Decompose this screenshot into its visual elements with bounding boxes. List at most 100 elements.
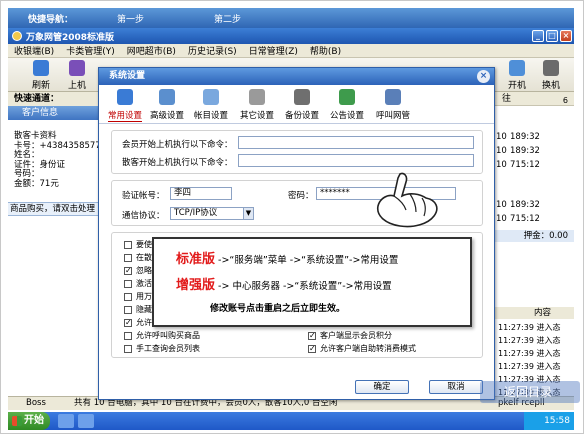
enhanced-edition-line: 增强版 -> 中心服务器 ->“系统设置”->常用设置 — [176, 274, 392, 293]
enhanced-edition-path: -> 中心服务器 ->“系统设置”->常用设置 — [218, 281, 392, 292]
system-settings-dialog: 系统设置 × 常用设置 高级设置 帐目设置 其它设置 备份设置 公告设置 呼叫网… — [98, 67, 495, 400]
info-line: 金额：71元 — [14, 178, 59, 189]
log-row[interactable]: 11:27:39 进入态 — [498, 322, 560, 333]
account-label: 验证帐号： — [122, 191, 165, 201]
command-group: 会员开始上机执行以下命令： 散客开始上机执行以下命令： — [111, 130, 483, 174]
tab-other[interactable]: 其它设置 — [237, 89, 277, 121]
system-tray-clock: 15:58 — [524, 412, 574, 430]
menu-help[interactable]: 帮助(B) — [310, 44, 341, 57]
menu-market[interactable]: 网吧超市(B) — [127, 44, 176, 57]
pointing-hand-icon — [376, 172, 438, 228]
account-input[interactable]: 李四 — [170, 187, 232, 200]
log-row[interactable]: 11:27:39 进入态 — [498, 361, 560, 372]
maximize-button[interactable]: □ — [546, 30, 558, 42]
left-panel: 快速通道： 客户信息 散客卡资料 卡号：+4384358577 姓名： 证件：身… — [8, 92, 102, 394]
boot-button[interactable]: 开机 — [502, 60, 532, 91]
swap-label: 换机 — [541, 81, 560, 91]
member-command-label: 会员开始上机执行以下命令： — [122, 140, 233, 150]
online-button[interactable]: 上机 — [62, 60, 92, 91]
tab-backup[interactable]: 备份设置 — [282, 89, 322, 121]
right-number: 6 — [562, 96, 568, 105]
option-checkbox[interactable] — [124, 306, 132, 314]
common-settings-icon — [117, 89, 133, 105]
online-label: 上机 — [67, 81, 86, 91]
swap-button[interactable]: 换机 — [536, 60, 566, 91]
protocol-select[interactable]: TCP/IP协议 ▼ — [170, 207, 254, 220]
option-checkbox[interactable]: ✓ — [308, 332, 316, 340]
enhanced-edition-label: 增强版 — [176, 278, 216, 293]
chevron-down-icon: ▼ — [243, 208, 253, 219]
log-row[interactable]: 11:27:39 进入态 — [498, 335, 560, 346]
guest-command-input[interactable] — [238, 154, 474, 167]
start-button[interactable]: 开始 — [8, 412, 50, 430]
goods-purchase-bar[interactable]: 商品购买，请双击处理 — [8, 202, 102, 216]
tab-advanced[interactable]: 高级设置 — [147, 89, 187, 121]
tip-text: 修改账号点击重启之后立即生效。 — [210, 304, 346, 314]
taskbar-app-icon[interactable] — [58, 414, 74, 428]
menu-cashier[interactable]: 收银端(B) — [14, 44, 54, 57]
protocol-label: 通信协议： — [122, 211, 165, 221]
boot-label: 开机 — [507, 81, 526, 91]
quick-channel-label: 快速通道： — [8, 92, 101, 106]
instruction-note: 标准版 ->“服务端”菜单 ->“系统设置”->常用设置 增强版 -> 中心服务… — [152, 237, 472, 327]
menu-bar: 收银端(B) 卡类管理(Y) 网吧超市(B) 历史记录(S) 日常管理(Z) 帮… — [8, 44, 574, 58]
option-label: 允许客户端自助转消费模式 — [320, 344, 416, 353]
swap-icon — [543, 60, 559, 76]
menu-history[interactable]: 历史记录(S) — [188, 44, 237, 57]
dialog-close-button[interactable]: × — [477, 70, 490, 83]
right-header: 往6 — [494, 92, 574, 106]
return-to-contents-watermark[interactable]: 返回目录 — [480, 381, 580, 403]
menu-daily[interactable]: 日常管理(Z) — [249, 44, 298, 57]
tab-call-admin[interactable]: 呼叫网管 — [373, 89, 413, 121]
option-label: 手工查询会员列表 — [136, 344, 200, 353]
log-row[interactable]: 11:27:39 进入态 — [498, 348, 560, 359]
option-checkbox[interactable] — [124, 241, 132, 249]
customer-info-header[interactable]: 客户信息 — [8, 106, 101, 120]
step-2-link[interactable]: 第二步 — [214, 12, 241, 25]
option-checkbox[interactable] — [124, 293, 132, 301]
tab-accounts[interactable]: 帐目设置 — [191, 89, 231, 121]
taskbar-app-icon[interactable] — [78, 414, 94, 428]
boot-icon — [509, 60, 525, 76]
option-label: 允许 — [136, 318, 152, 327]
app-icon — [12, 31, 22, 41]
standard-edition-label: 标准版 — [176, 252, 216, 267]
option-checkbox[interactable]: ✓ — [308, 345, 316, 353]
ok-button[interactable]: 确定 — [355, 380, 409, 394]
minimize-button[interactable]: _ — [532, 30, 544, 42]
tab-notice[interactable]: 公告设置 — [327, 89, 367, 121]
accounts-settings-icon — [203, 89, 219, 105]
option-checkbox[interactable] — [124, 254, 132, 262]
option-checkbox[interactable] — [124, 280, 132, 288]
option-checkbox[interactable]: ✓ — [124, 267, 132, 275]
menu-card[interactable]: 卡类管理(Y) — [66, 44, 115, 57]
option-label: 客户端显示会员积分 — [320, 331, 392, 340]
option-checkbox[interactable] — [124, 332, 132, 340]
option-label: 允许呼叫购买商品 — [136, 331, 200, 340]
refresh-icon — [33, 60, 49, 76]
app-title-bar: 万象网管2008标准版 _ □ × — [8, 28, 574, 44]
step-1-link[interactable]: 第一步 — [117, 12, 144, 25]
option-label: 忽略 — [136, 266, 152, 275]
quick-nav-label: 快捷导航： — [28, 14, 74, 25]
status-user: Boss — [26, 398, 46, 408]
tab-common[interactable]: 常用设置 — [105, 89, 145, 122]
deposit-sum: 押金：0.00 — [494, 230, 574, 242]
refresh-button[interactable]: 刷新 — [26, 60, 56, 91]
member-command-input[interactable] — [238, 136, 474, 149]
call-admin-icon — [385, 89, 401, 105]
other-settings-icon — [249, 89, 265, 105]
option-checkbox[interactable]: ✓ — [124, 319, 132, 327]
advanced-settings-icon — [159, 89, 175, 105]
password-label: 密码： — [288, 191, 314, 201]
windows-flag-icon — [12, 416, 22, 426]
standard-edition-line: 标准版 ->“服务端”菜单 ->“系统设置”->常用设置 — [176, 248, 398, 267]
close-button[interactable]: × — [560, 30, 572, 42]
option-label: 隐藏 — [136, 305, 152, 314]
notice-settings-icon — [339, 89, 355, 105]
option-checkbox[interactable] — [124, 345, 132, 353]
cancel-button[interactable]: 取消 — [429, 380, 483, 394]
right-header-label: 往 — [502, 94, 512, 104]
dialog-title: 系统设置 — [99, 68, 494, 85]
customer-info-block: 散客卡资料 卡号：+4384358577 姓名： 证件：身份证 号码： 金额：7… — [8, 120, 101, 189]
